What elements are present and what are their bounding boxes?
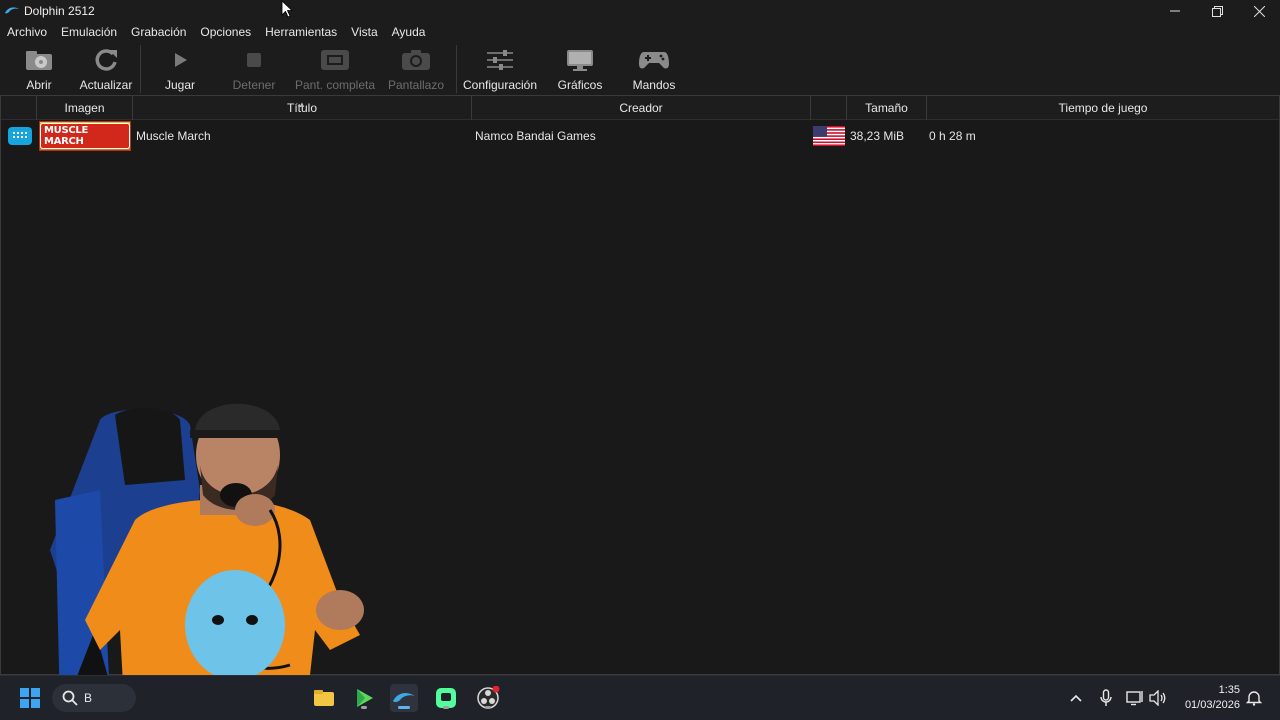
taskbar: B 1:35 01/03/2026 <box>0 675 1280 720</box>
col-region-header[interactable] <box>811 96 847 120</box>
window-title: Dolphin 2512 <box>24 4 95 18</box>
window-controls <box>1154 0 1280 22</box>
open-label: Abrir <box>26 78 52 92</box>
refresh-label: Actualizar <box>79 78 133 92</box>
taskbar-search-box[interactable]: B <box>52 684 136 712</box>
tray-microphone[interactable] <box>1092 684 1120 712</box>
config-label: Configuración <box>462 78 538 92</box>
toolbar: Abrir Actualizar Jugar Detener Pant. com… <box>0 43 1280 95</box>
sliders-icon <box>487 50 513 70</box>
stop-button[interactable]: Detener <box>230 46 278 94</box>
controllers-button[interactable]: Mandos <box>628 46 680 94</box>
col-playtime-header[interactable]: Tiempo de juego <box>927 96 1279 120</box>
title-bar: Dolphin 2512 <box>0 0 1280 22</box>
active-indicator <box>398 706 410 709</box>
col-platform-header[interactable] <box>1 96 37 120</box>
sort-ascending-icon: ▲ <box>298 100 306 109</box>
microphone-icon <box>1100 689 1112 706</box>
taskbar-app-explorer[interactable] <box>310 684 338 712</box>
taskbar-clock[interactable]: 1:35 01/03/2026 <box>1185 683 1240 713</box>
col-size-header[interactable]: Tamaño <box>847 96 927 120</box>
wii-icon <box>8 127 32 145</box>
restore-icon <box>1211 5 1223 17</box>
tray-volume[interactable] <box>1144 684 1172 712</box>
graphics-label: Gráficos <box>557 78 603 92</box>
restore-button[interactable] <box>1196 0 1238 22</box>
game-banner: MUSCLE MARCH <box>39 121 131 151</box>
tray-overflow-button[interactable] <box>1062 684 1090 712</box>
windows-logo-icon <box>20 688 40 708</box>
screenshot-label: Pantallazo <box>387 78 445 92</box>
play-icon <box>175 53 187 67</box>
game-banner-text: MUSCLE MARCH <box>40 123 130 149</box>
col-maker-header[interactable]: Creador <box>472 96 811 120</box>
dolphin-logo-icon <box>5 7 19 14</box>
graphics-button[interactable]: Gráficos <box>556 46 604 94</box>
network-icon <box>1126 691 1143 706</box>
col-image-header[interactable]: Imagen <box>37 96 133 120</box>
search-text: B <box>84 691 93 705</box>
open-button[interactable]: Abrir <box>18 46 60 94</box>
minimize-button[interactable] <box>1154 0 1196 22</box>
game-maker: Namco Bandai Games <box>475 129 596 143</box>
menu-ayuda[interactable]: Ayuda <box>385 22 433 43</box>
close-button[interactable] <box>1238 0 1280 22</box>
fullscreen-icon <box>321 50 349 70</box>
game-size: 38,23 MiB <box>850 129 905 143</box>
running-indicator <box>485 706 491 709</box>
taskbar-app-dolphin[interactable] <box>390 684 418 712</box>
taskbar-app-play-store[interactable] <box>350 684 378 712</box>
table-row[interactable]: MUSCLE MARCH Muscle March Namco Bandai G… <box>1 121 1279 151</box>
search-icon <box>62 690 78 706</box>
menu-vista[interactable]: Vista <box>344 22 384 43</box>
usa-flag-icon <box>813 126 845 146</box>
menu-herramientas[interactable]: Herramientas <box>258 22 344 43</box>
chevron-up-icon <box>1070 694 1082 702</box>
open-disc-icon <box>26 51 52 70</box>
bell-icon <box>1246 691 1262 706</box>
screenshot-button[interactable]: Pantallazo <box>388 46 444 94</box>
gamepad-icon <box>639 52 669 69</box>
camera-icon <box>402 50 430 70</box>
stop-label: Detener <box>232 78 276 92</box>
menu-emulacion[interactable]: Emulación <box>54 22 124 43</box>
clock-time: 1:35 <box>1218 684 1240 696</box>
game-playtime: 0 h 28 m <box>929 129 976 143</box>
folder-icon <box>314 690 334 706</box>
running-indicator <box>361 706 367 709</box>
menu-opciones[interactable]: Opciones <box>193 22 258 43</box>
refresh-button[interactable]: Actualizar <box>78 46 134 94</box>
play-button[interactable]: Jugar <box>158 46 202 94</box>
close-icon <box>1253 5 1265 17</box>
start-button[interactable] <box>16 684 44 712</box>
menu-bar: Archivo Emulación Grabación Opciones Her… <box>0 22 1280 43</box>
config-button[interactable]: Configuración <box>462 46 538 94</box>
toolbar-separator <box>456 45 457 93</box>
col-title-header[interactable]: ▲ Título <box>133 96 472 120</box>
minimize-icon <box>1170 10 1180 12</box>
controllers-label: Mandos <box>632 78 676 92</box>
dolphin-logo-icon <box>393 693 415 703</box>
monitor-icon <box>567 50 593 71</box>
refresh-icon <box>95 49 117 71</box>
webcam-overlay <box>50 403 364 720</box>
volume-icon <box>1149 690 1166 706</box>
play-label: Jugar <box>164 78 196 92</box>
menu-grabacion[interactable]: Grabación <box>124 22 193 43</box>
taskbar-app-chat[interactable] <box>432 684 460 712</box>
notifications-button[interactable] <box>1240 684 1268 712</box>
game-list-header: Imagen ▲ Título Creador Tamaño Tiempo de… <box>1 96 1279 120</box>
menu-archivo[interactable]: Archivo <box>0 22 54 43</box>
fullscreen-label: Pant. completa <box>294 78 376 92</box>
toolbar-separator <box>140 45 141 93</box>
game-title: Muscle March <box>136 129 211 143</box>
running-indicator <box>443 706 449 709</box>
fullscreen-button[interactable]: Pant. completa <box>294 46 376 94</box>
stop-icon <box>247 53 261 67</box>
mouse-cursor-icon <box>281 0 293 18</box>
clock-date: 01/03/2026 <box>1184 699 1240 711</box>
taskbar-app-obs[interactable] <box>474 684 502 712</box>
